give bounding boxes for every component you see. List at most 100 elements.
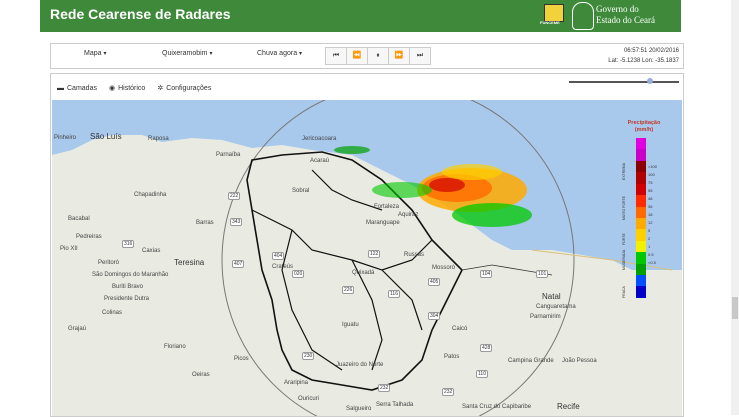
legend-category: EXTREMA [622,163,626,180]
city-label: Picos [234,356,249,362]
last-frame-button[interactable]: ⏭ [409,47,431,65]
gear-icon: ✲ [157,85,164,92]
city-label: Russas [404,252,425,258]
city-label: Sobral [292,188,310,194]
city-label: Teresina [174,258,205,267]
legend-colorbar [636,138,646,298]
legend-swatch [636,206,646,218]
road-shield: 230 [302,352,315,360]
city-label: Maranguape [366,220,400,226]
scrollbar-thumb[interactable] [732,297,738,319]
layers-icon: ▬ [57,84,64,92]
dropdown-map[interactable]: Mapa ▾ [84,50,106,57]
tab-history[interactable]: ◉ Histórico [108,84,145,93]
legend-value: 48 [648,196,653,201]
coordinates: Lat: -5.1238 Lon: -35.1837 [608,58,679,64]
legend-category: FRACA [622,286,626,298]
playback-controls: ⏮ ⏪ ⏸ ⏩ ⏭ [325,47,431,65]
city-label: Parnaíba [216,152,241,158]
road-shield: 122 [368,250,381,258]
city-label: Caxias [142,248,161,254]
city-label: Quixadá [352,270,375,276]
opacity-slider[interactable] [569,78,679,84]
road-shield: 407 [232,260,245,268]
city-label: Ouricuri [298,396,320,402]
dropdown-radar[interactable]: Quixeramobim ▾ [162,50,212,57]
legend-swatch [636,240,646,253]
city-label: Caicó [452,326,468,332]
slider-handle[interactable] [647,78,653,84]
legend-swatch [636,263,646,276]
previous-frame-button[interactable]: ⏪ [346,47,368,65]
tab-layers[interactable]: ▬ Camadas [57,84,97,92]
city-label: Parnamirim [530,314,561,320]
legend-swatch [636,138,646,150]
seal-icon [572,2,594,30]
next-frame-button[interactable]: ⏩ [388,47,410,65]
city-label: Patos [444,354,460,360]
city-label: Pedreiras [76,234,102,240]
city-label: Juazeiro do Norte [336,362,384,368]
city-label: Mossoró [432,265,456,271]
road-shield: 101 [536,270,549,278]
pause-button[interactable]: ⏸ [367,47,389,65]
legend-swatch [636,160,646,173]
app-title: Rede Cearense de Radares [50,6,231,22]
city-label: Natal [542,292,561,301]
city-label: Oeiras [192,372,210,378]
clock-icon: ◉ [108,85,116,92]
first-frame-button[interactable]: ⏮ [325,47,347,65]
gov-line2: Estado do Ceará [596,15,655,25]
timestamp: 06:57:51 20/02/2016 [623,48,679,54]
city-label: Araripina [284,380,309,386]
legend-swatch [636,183,646,196]
legend-value: 12 [648,220,653,225]
legend-value: 2 [648,236,651,241]
control-toolbar: Mapa ▾ Quixeramobim ▾ Chuva agora ▾ ⏮ ⏪ … [50,43,684,69]
city-label: Grajaú [68,326,87,332]
radar-map[interactable]: São Luís Teresina Natal Recife Pinheiro … [52,100,682,416]
legend-swatch [636,286,646,298]
road-shield: 226 [342,286,355,294]
city-label: João Pessoa [562,358,597,364]
caret-down-icon: ▾ [299,51,303,57]
city-label: Aquiraz [398,212,419,218]
map-panel: ▬ Camadas ◉ Histórico ✲ Configurações Sã… [50,73,684,417]
city-label: Iguatu [342,322,359,328]
page-scrollbar[interactable] [731,0,739,415]
legend-swatch [636,195,646,207]
road-shield: 116 [388,290,400,298]
legend-title: Precipitação [627,120,661,126]
city-label: Acaraú [310,158,330,164]
city-label: Canguaretama [536,304,576,310]
legend-value: 18 [648,212,653,217]
city-label: Chapadinha [134,192,167,198]
legend-swatch [636,275,646,287]
city-label: São Luís [90,132,122,141]
city-label: Recife [557,402,580,411]
legend-swatch [636,229,646,241]
caret-down-icon: ▾ [103,51,107,57]
road-shield: 232 [442,388,455,396]
legend-value: 100 [648,172,655,177]
city-label: Presidente Dutra [104,296,150,302]
tab-settings[interactable]: ✲ Configurações [157,84,211,93]
city-label: Fortaleza [374,204,400,210]
legend-value: 5 [648,228,651,233]
city-label: Peritoró [98,260,120,266]
city-label: Jericoacoara [302,136,337,142]
road-shield: 232 [378,384,391,392]
legend-swatch [636,172,646,184]
road-shield: 104 [480,270,493,278]
city-label: Buriti Bravo [112,284,144,290]
road-shield: 343 [230,218,243,226]
dropdown-product[interactable]: Chuva agora ▾ [257,50,302,57]
city-label: Colinas [102,310,123,316]
city-label: Bacabal [68,216,90,222]
city-label: Salgueiro [346,406,372,412]
road-shield: 404 [272,252,285,260]
road-shield: 316 [122,240,135,248]
legend-swatch [636,149,646,161]
panel-tabs: ▬ Camadas ◉ Histórico ✲ Configurações [57,84,223,93]
road-shield: 405 [428,278,441,286]
